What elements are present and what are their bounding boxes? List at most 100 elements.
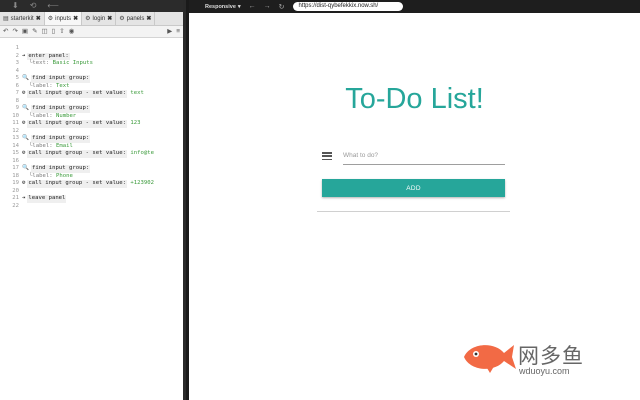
code-line: ⇥ leave panel xyxy=(22,195,183,203)
edit-icon[interactable]: ✎ xyxy=(32,26,37,38)
step-command: call input group - set value: xyxy=(27,90,128,98)
step-param: label: xyxy=(32,172,53,179)
search-icon: 🔍 xyxy=(22,75,29,81)
line-number: 2 xyxy=(15,52,19,59)
add-button[interactable]: ADD xyxy=(322,179,505,197)
menu-icon[interactable]: ≡ xyxy=(176,26,180,38)
code-line: 🔍 find input group: xyxy=(22,105,183,113)
editor-top-bar: ⬇ ⟲ ⟵ xyxy=(0,0,183,12)
forward-arrow-icon[interactable]: → xyxy=(264,3,271,10)
tab-starterkit[interactable]: ▤ starterkit ✖ xyxy=(0,12,45,25)
page-title: To-Do List! xyxy=(345,83,484,115)
tab-label: panels xyxy=(126,15,145,22)
play-icon[interactable]: ▶ xyxy=(167,26,172,38)
split-icon[interactable]: ◫ xyxy=(42,26,48,38)
todo-input[interactable] xyxy=(343,147,505,165)
step-value: Basic Inputs xyxy=(52,60,94,66)
refresh-icon[interactable]: ↻ xyxy=(279,3,285,11)
gear-icon: ⚙ xyxy=(22,150,26,156)
list-icon xyxy=(322,152,332,160)
line-number: 10 xyxy=(12,112,19,119)
close-icon[interactable]: ✖ xyxy=(107,15,112,22)
code-line: 🔍 find input group: xyxy=(22,165,183,173)
code-line: └ label: Text xyxy=(22,83,183,91)
tab-label: inputs xyxy=(55,15,72,22)
device-select[interactable]: Responsive ▾ xyxy=(205,4,241,10)
step-command: find input group: xyxy=(30,75,91,83)
search-icon: 🔍 xyxy=(22,135,29,141)
tab-login[interactable]: ⚙ login ✖ xyxy=(82,12,117,25)
line-number: 9 xyxy=(15,105,19,111)
code-line: └ label: Email xyxy=(22,143,183,151)
line-number: 7 xyxy=(15,90,19,96)
step-command: call input group - set value: xyxy=(27,120,128,128)
line-number: 4 xyxy=(15,67,19,74)
step-value: Text xyxy=(55,82,70,89)
gear-icon: ⚙ xyxy=(85,16,91,22)
code-line: └ label: Phone xyxy=(22,173,183,181)
watermark: 网多鱼 wduoyu.com xyxy=(460,337,620,377)
device-label: Responsive xyxy=(205,3,236,10)
line-number: 5 xyxy=(15,75,19,81)
tab-label: login xyxy=(92,15,106,22)
line-number: 21 xyxy=(12,195,19,201)
back-arrow-icon[interactable]: ← xyxy=(249,3,256,10)
step-value: Phone xyxy=(55,172,73,179)
step-command: call input group - set value: xyxy=(27,150,128,158)
url-field[interactable]: https://dist-qybefekkix.now.sh/ xyxy=(292,2,403,11)
code-line: ⚙ call input group - set value: text xyxy=(22,90,183,98)
step-value: 123 xyxy=(130,120,141,126)
line-number: 11 xyxy=(12,120,19,126)
reload-icon[interactable]: ⟲ xyxy=(30,0,37,12)
step-command: call input group - set value: xyxy=(27,180,128,188)
upload-icon[interactable]: ⇧ xyxy=(59,26,64,38)
line-number: 19 xyxy=(12,180,19,186)
leave-icon: ⇥ xyxy=(22,195,26,201)
code-editor[interactable]: 1 2 3 4 5 6 7 8 9 10 11 12 13 14 15 16 1… xyxy=(0,38,183,210)
gear-icon: ⚙ xyxy=(119,16,125,22)
code-lines[interactable]: ➔ enter panel: └ text: Basic Inputs 🔍 find… xyxy=(22,45,183,210)
line-number: 13 xyxy=(12,135,19,141)
image-icon[interactable]: ▣ xyxy=(22,26,28,38)
redo-icon[interactable]: ↷ xyxy=(12,26,17,38)
code-line: ⚙ call input group - set value: 123 xyxy=(22,120,183,128)
editor-pane: ⬇ ⟲ ⟵ ▤ starterkit ✖ ⚙ inputs ✖ ⚙ login … xyxy=(0,0,186,400)
step-value: Email xyxy=(55,142,73,149)
close-icon[interactable]: ✖ xyxy=(36,15,41,22)
eye-icon[interactable]: ◉ xyxy=(69,26,75,38)
close-icon[interactable]: ✖ xyxy=(73,15,78,22)
search-icon: 🔍 xyxy=(22,105,29,111)
close-icon[interactable]: ✖ xyxy=(146,15,151,22)
chevron-down-icon: ▾ xyxy=(237,3,241,10)
step-value: Number xyxy=(55,112,77,119)
undo-icon[interactable]: ↶ xyxy=(3,26,8,38)
line-number: 14 xyxy=(12,142,19,149)
line-number: 18 xyxy=(12,172,19,179)
gear-icon: ⚙ xyxy=(22,180,26,186)
code-line: ⚙ call input group - set value: +123902 xyxy=(22,180,183,188)
divider xyxy=(317,211,510,212)
line-number: 6 xyxy=(15,82,19,89)
line-number: 8 xyxy=(15,97,19,104)
line-number: 20 xyxy=(12,187,19,194)
gear-icon: ⚙ xyxy=(22,120,26,126)
step-param: label: xyxy=(32,142,53,149)
line-number: 12 xyxy=(12,127,19,134)
tab-panels[interactable]: ⚙ panels ✖ xyxy=(116,12,156,25)
tab-inputs[interactable]: ⚙ inputs ✖ xyxy=(44,12,83,25)
document-icon[interactable]: ▯ xyxy=(52,26,56,38)
gear-icon: ⚙ xyxy=(47,16,54,22)
file-icon: ▤ xyxy=(3,16,9,22)
step-command: find input group: xyxy=(30,165,91,173)
step-command: leave panel xyxy=(27,195,67,203)
step-value: text xyxy=(130,90,144,96)
search-icon: 🔍 xyxy=(22,165,29,171)
step-param: label: xyxy=(32,82,53,89)
code-line: 🔍 find input group: xyxy=(22,75,183,83)
back-icon[interactable]: ⟵ xyxy=(47,0,58,12)
pin-icon[interactable]: ⬇ xyxy=(12,0,19,12)
